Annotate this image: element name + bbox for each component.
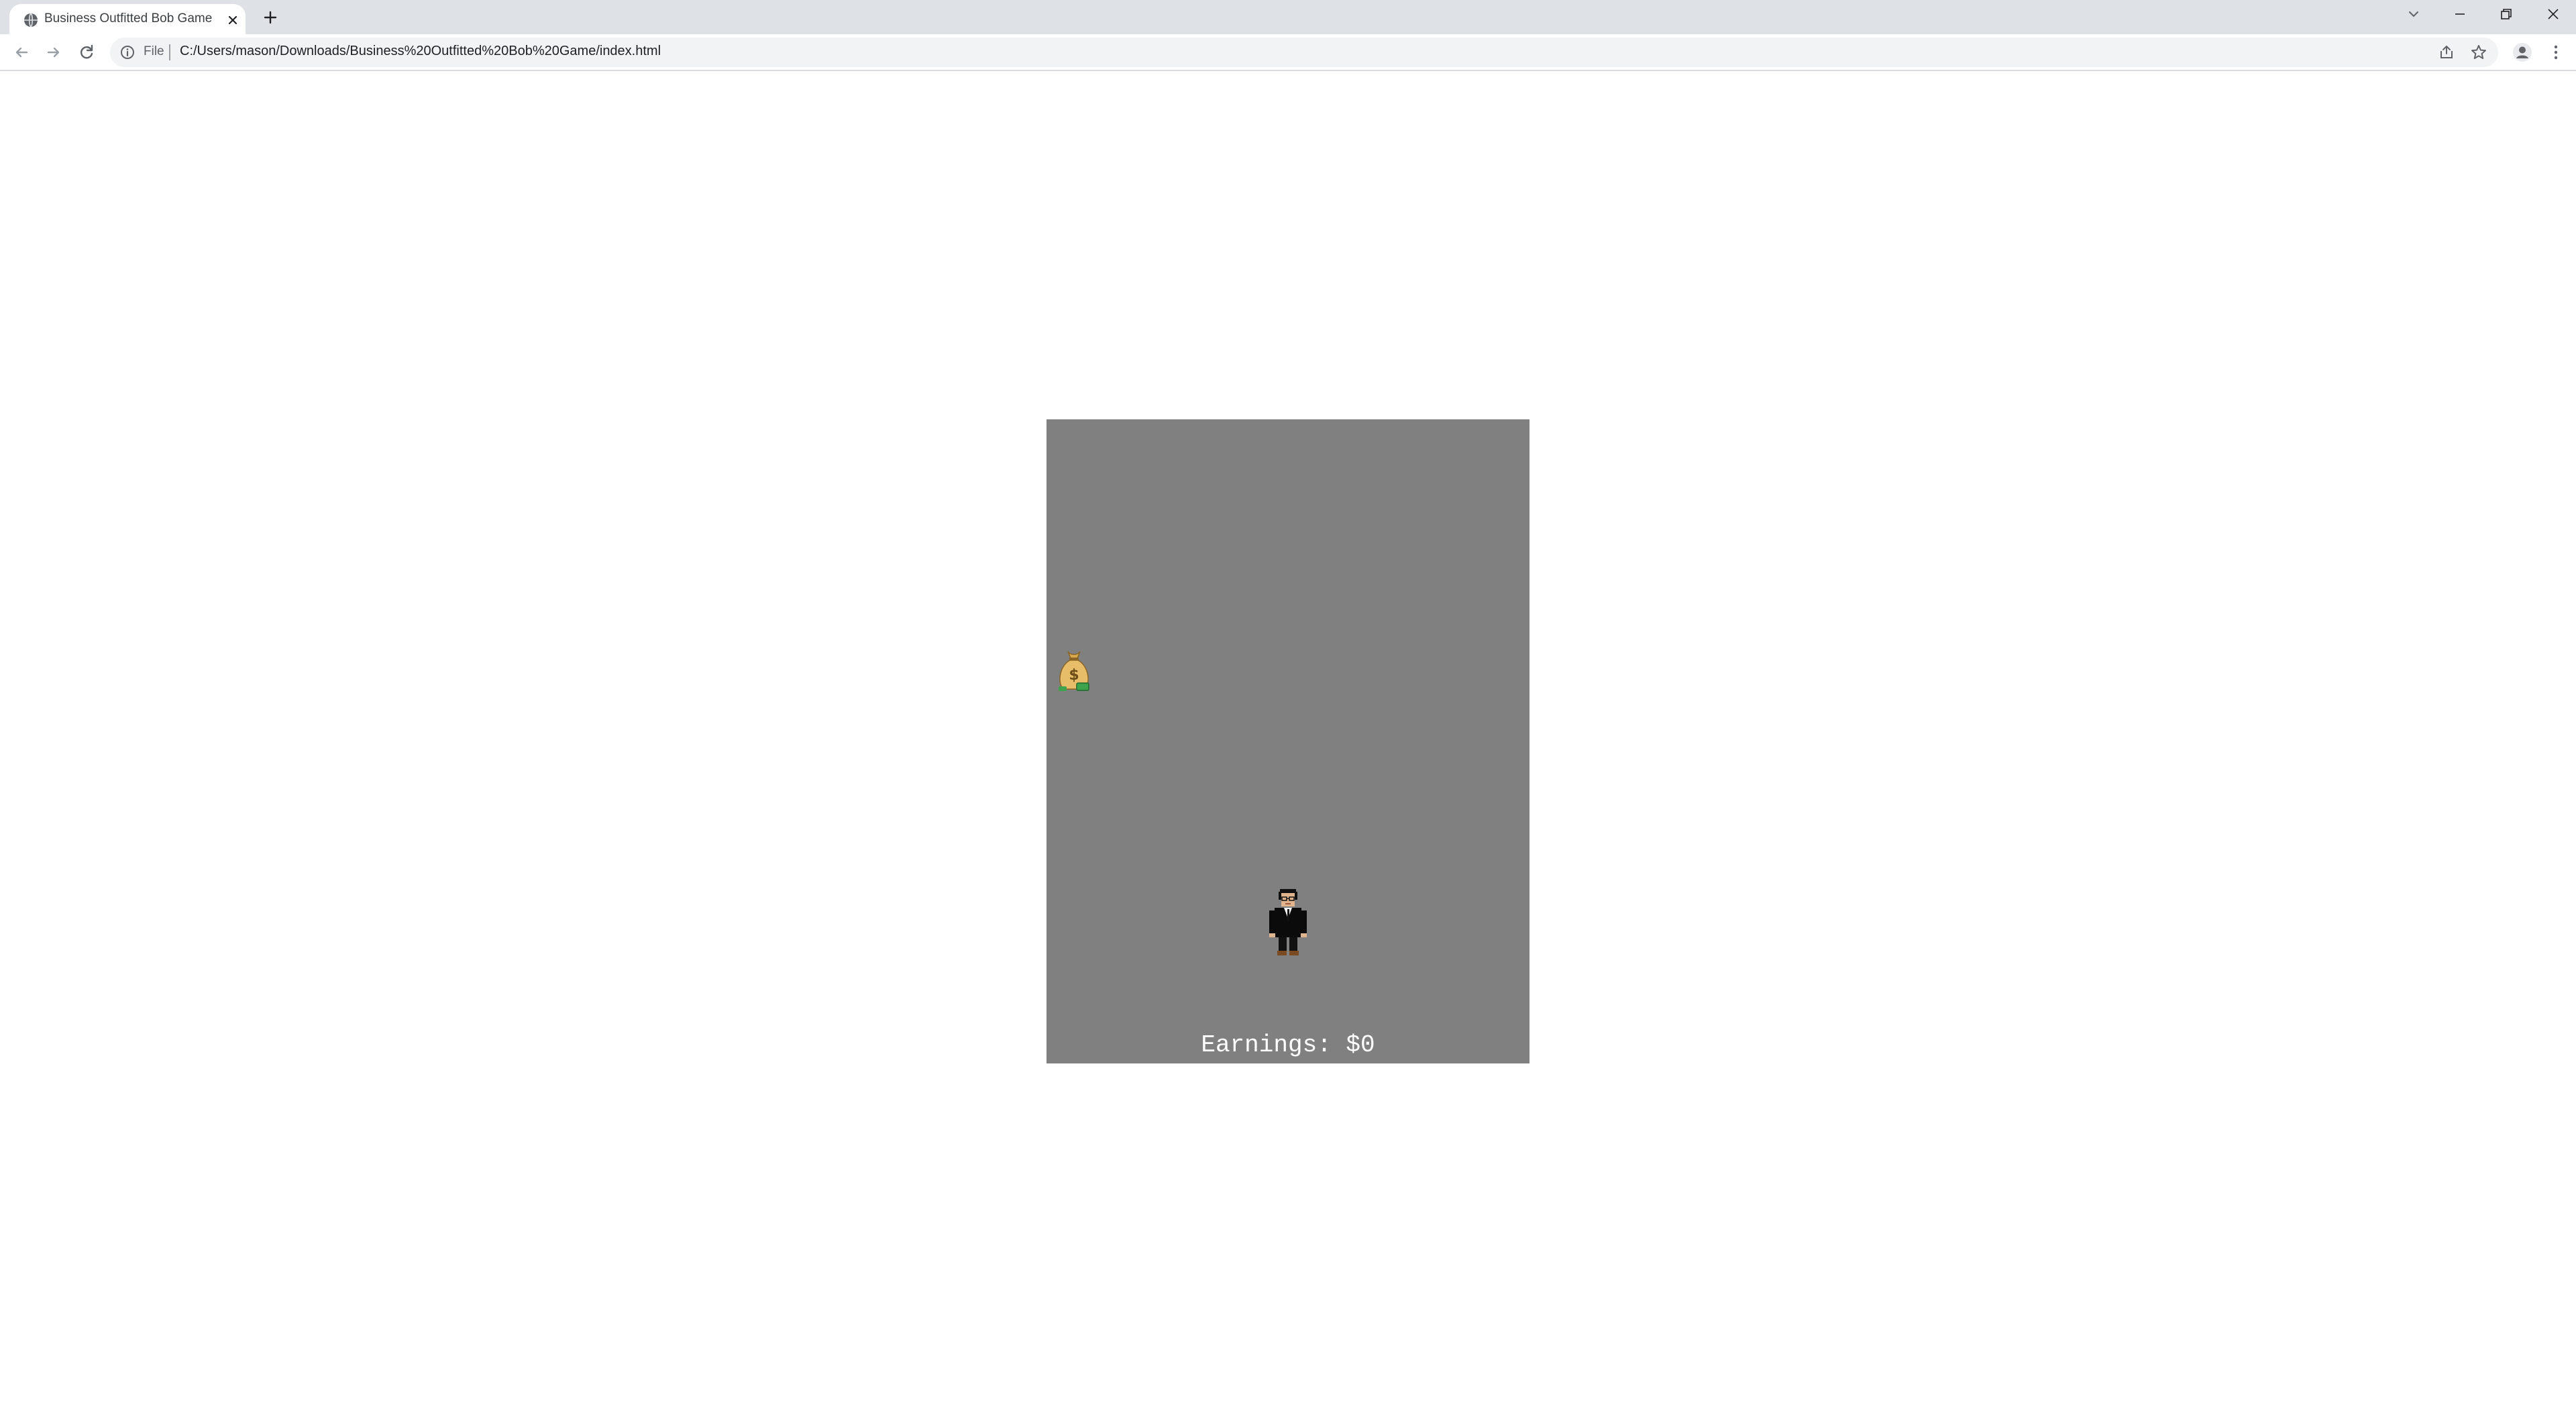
chevron-down-icon[interactable] <box>2405 5 2422 23</box>
tab-strip: Business Outfitted Bob Game <box>0 0 2576 34</box>
back-arrow-icon[interactable] <box>12 43 31 62</box>
url-text[interactable]: C:/Users/mason/Downloads/Business%20Outf… <box>180 44 661 59</box>
tab-title: Business Outfitted Bob Game <box>44 11 213 25</box>
svg-text:$: $ <box>1069 667 1079 684</box>
browser-toolbar: File C:/Users/mason/Downloads/Business%2… <box>0 34 2576 71</box>
money-bag-icon: $ <box>1059 651 1089 691</box>
restore-icon[interactable] <box>2498 5 2515 23</box>
info-icon[interactable] <box>119 44 136 60</box>
star-icon[interactable] <box>2470 44 2487 61</box>
globe-icon <box>24 13 38 28</box>
forward-arrow-icon[interactable] <box>44 43 63 62</box>
earnings-score: Earnings: $0 <box>1201 1031 1375 1059</box>
kebab-menu-icon[interactable] <box>2546 43 2565 62</box>
share-icon[interactable] <box>2438 44 2455 61</box>
page-viewport: $ Earnings: $0 <box>0 72 2576 1409</box>
divider <box>169 44 170 60</box>
plus-icon[interactable] <box>262 9 279 26</box>
close-icon[interactable] <box>2544 5 2562 23</box>
address-bar[interactable]: File C:/Users/mason/Downloads/Business%2… <box>110 38 2498 67</box>
businessman-sprite[interactable] <box>1267 889 1309 956</box>
minimize-icon[interactable] <box>2451 5 2469 23</box>
close-icon[interactable] <box>225 13 240 28</box>
browser-tab[interactable]: Business Outfitted Bob Game <box>9 4 246 34</box>
reload-icon[interactable] <box>77 43 96 62</box>
profile-icon[interactable] <box>2512 42 2532 62</box>
scheme-label: File <box>144 44 164 58</box>
game-canvas[interactable]: $ Earnings: $0 <box>1046 419 1529 1063</box>
